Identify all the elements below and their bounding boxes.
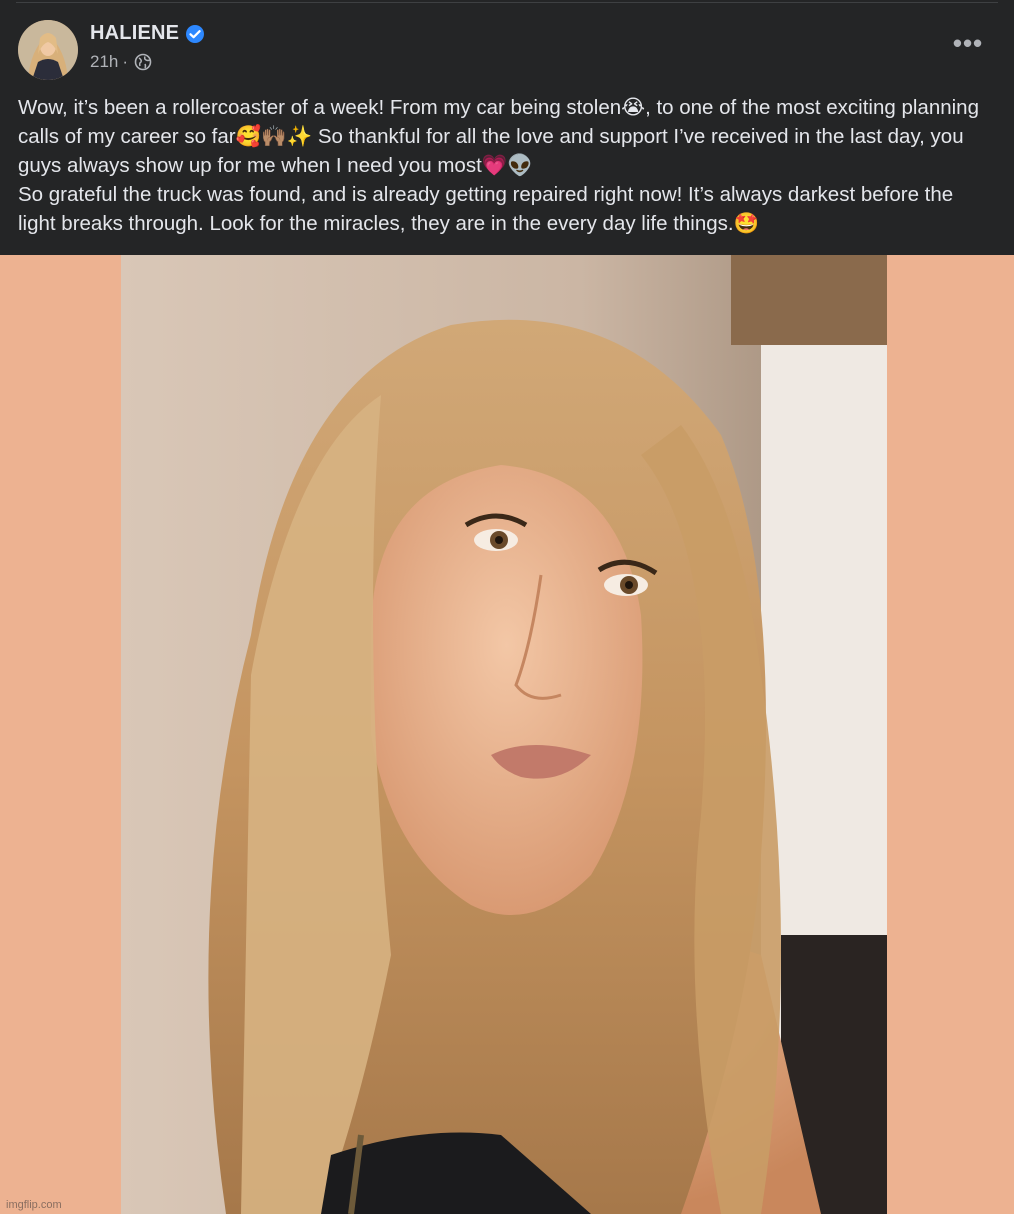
facebook-post: HALIENE 21h · ••• Wow, it’s been a rolle…	[0, 0, 1014, 1214]
post-text-paragraph-2: So grateful the truck was found, and is …	[18, 183, 954, 235]
post-photo[interactable]	[121, 255, 887, 1214]
post-header: HALIENE 21h · •••	[18, 20, 996, 82]
post-body: Wow, it’s been a rollercoaster of a week…	[18, 93, 996, 238]
top-divider	[16, 2, 998, 3]
more-options-button[interactable]: •••	[950, 30, 986, 62]
post-text-paragraph-1: Wow, it’s been a rollercoaster of a week…	[18, 96, 979, 177]
author-name-row: HALIENE	[90, 22, 205, 45]
imgflip-watermark: imgflip.com	[6, 1199, 62, 1211]
post-meta: 21h ·	[90, 52, 152, 72]
globe-icon[interactable]	[134, 53, 152, 71]
verified-badge-icon	[186, 24, 205, 43]
more-options-icon: •••	[952, 28, 984, 58]
post-media[interactable]: imgflip.com	[0, 255, 1014, 1214]
post-timestamp[interactable]: 21h	[90, 52, 118, 72]
author-avatar[interactable]	[18, 20, 78, 80]
meta-separator: ·	[122, 52, 129, 71]
author-name[interactable]: HALIENE	[90, 22, 179, 45]
